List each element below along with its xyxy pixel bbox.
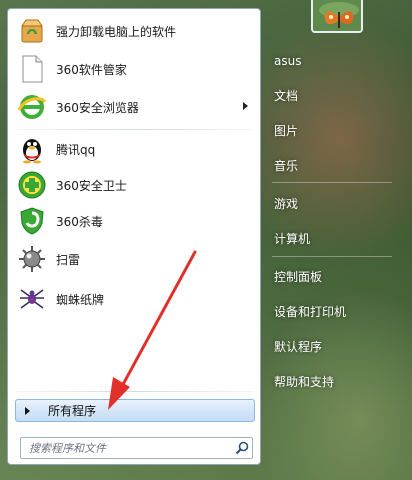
search-icon[interactable] — [232, 438, 252, 458]
program-label: 蜘蛛纸牌 — [56, 292, 105, 307]
link-label: 音乐 — [274, 158, 299, 173]
program-label: 强力卸载电脑上的软件 — [56, 24, 177, 39]
right-link-documents[interactable]: 文档 — [268, 80, 398, 110]
all-programs-button[interactable]: 所有程序 — [15, 399, 255, 422]
360-browser-icon — [16, 91, 48, 123]
right-link-help-support[interactable]: 帮助和支持 — [268, 366, 398, 396]
link-label: 默认程序 — [274, 339, 323, 354]
pinned-program-360-browser[interactable]: 360安全浏览器 — [12, 89, 256, 125]
right-divider — [272, 182, 392, 183]
right-link-default-programs[interactable]: 默认程序 — [268, 331, 398, 361]
search-programs-box[interactable] — [20, 437, 253, 459]
user-avatar[interactable] — [311, 0, 363, 33]
link-label: 图片 — [274, 123, 299, 138]
all-programs-divider — [16, 391, 254, 392]
expand-arrow-icon — [25, 406, 30, 415]
minesweeper-mine-icon — [16, 243, 48, 275]
link-label: 计算机 — [274, 231, 311, 246]
pinned-recent-divider — [16, 129, 254, 130]
link-label: 游戏 — [274, 196, 299, 211]
start-menu-programs-panel: 强力卸载电脑上的软件 360软件管家 360安全浏览器 腾讯qq 360安全卫士… — [7, 8, 261, 465]
recent-program-360-guard[interactable]: 360安全卫士 — [12, 167, 256, 203]
program-label: 360杀毒 — [56, 214, 103, 229]
right-link-computer[interactable]: 计算机 — [268, 223, 398, 253]
program-label: 360安全浏览器 — [56, 100, 139, 115]
qq-penguin-icon — [16, 133, 48, 165]
pinned-program-uninstaller[interactable]: 强力卸载电脑上的软件 — [12, 13, 256, 49]
right-link-music[interactable]: 音乐 — [268, 150, 398, 180]
right-link-control-panel[interactable]: 控制面板 — [268, 261, 398, 291]
program-label: 腾讯qq — [56, 142, 96, 157]
program-label: 360安全卫士 — [56, 178, 127, 193]
search-input[interactable] — [21, 438, 232, 458]
recent-program-360-antivirus[interactable]: 360杀毒 — [12, 203, 256, 239]
link-label: 文档 — [274, 88, 299, 103]
program-label: 360软件管家 — [56, 62, 127, 77]
spider-solitaire-icon — [16, 283, 48, 315]
link-label: 帮助和支持 — [274, 374, 335, 389]
butterfly-picture-icon — [313, 0, 361, 31]
right-link-user-folder[interactable]: asus — [268, 46, 398, 76]
uninstaller-box-icon — [16, 15, 48, 47]
recent-program-qq[interactable]: 腾讯qq — [12, 131, 256, 167]
360-antivirus-shield-icon — [16, 205, 48, 237]
link-label: asus — [274, 54, 302, 68]
right-divider — [272, 256, 392, 257]
blank-document-icon — [16, 53, 48, 85]
submenu-arrow-icon[interactable] — [243, 102, 248, 110]
right-link-devices-printers[interactable]: 设备和打印机 — [268, 296, 398, 326]
link-label: 控制面板 — [274, 269, 323, 284]
360-guard-icon — [16, 169, 48, 201]
recent-program-minesweeper[interactable]: 扫雷 — [12, 241, 256, 277]
link-label: 设备和打印机 — [274, 304, 347, 319]
right-link-games[interactable]: 游戏 — [268, 188, 398, 218]
program-label: 扫雷 — [56, 252, 81, 267]
right-link-pictures[interactable]: 图片 — [268, 115, 398, 145]
pinned-program-360-software-manager[interactable]: 360软件管家 — [12, 51, 256, 87]
recent-program-spider-solitaire[interactable]: 蜘蛛纸牌 — [12, 281, 256, 317]
all-programs-label: 所有程序 — [48, 404, 97, 418]
